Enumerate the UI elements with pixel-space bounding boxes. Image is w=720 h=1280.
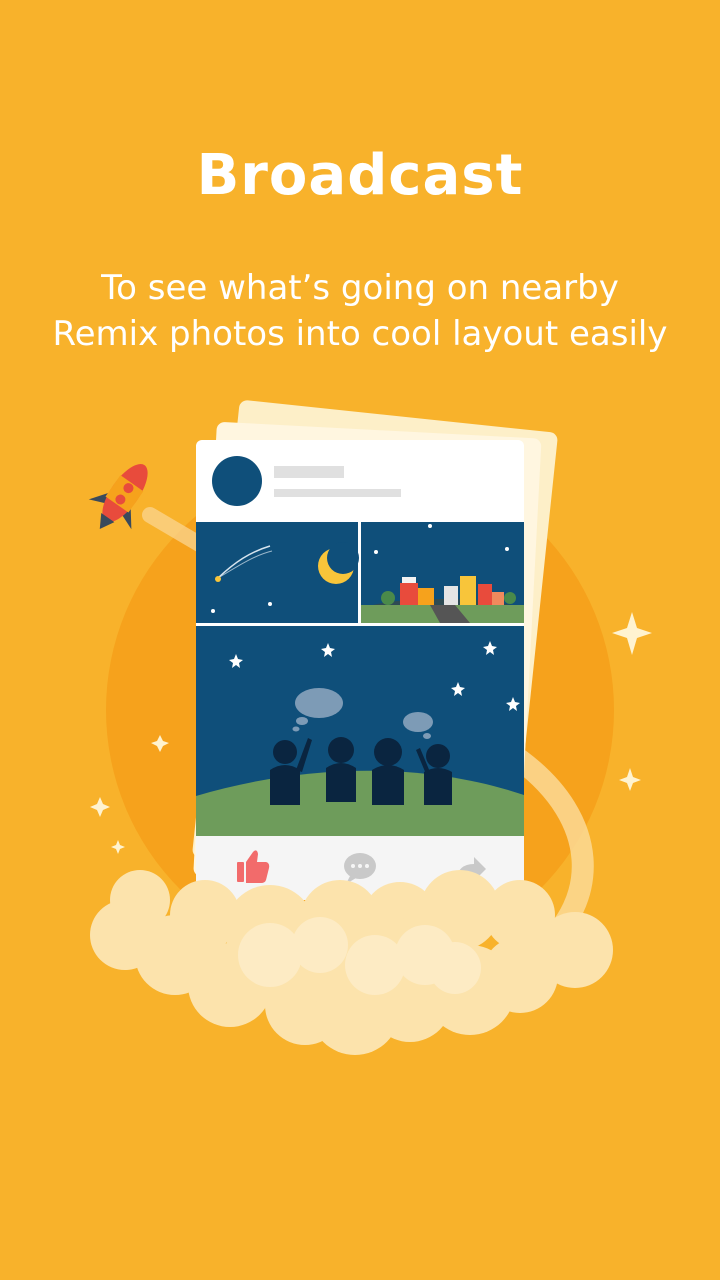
timestamp-placeholder <box>274 489 401 497</box>
username-placeholder <box>274 466 344 478</box>
rocket-icon <box>88 464 148 530</box>
avatar <box>212 456 262 506</box>
broadcast-illustration <box>88 400 652 1055</box>
post-card <box>196 440 524 900</box>
